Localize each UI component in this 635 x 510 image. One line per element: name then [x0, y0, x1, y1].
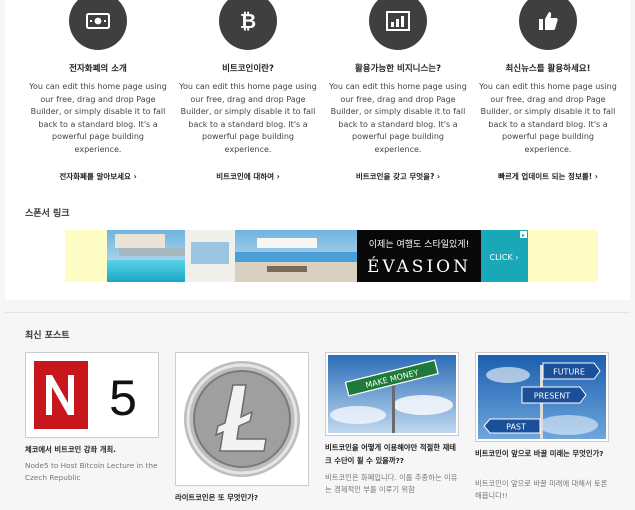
ad-choices-icon[interactable]: ▸: [522, 232, 525, 239]
post-excerpt: Node5 to Host Bitcoin Lecture in the Cze…: [25, 461, 158, 482]
feature-title: 비트코인이란?: [222, 64, 274, 74]
post-title[interactable]: 비트코인이 앞으로 바꿀 미래는 무엇인가?: [475, 448, 610, 461]
ad-brand: ÉVASION: [367, 256, 471, 277]
sponsor-title: 스폰서 링크: [25, 209, 70, 219]
post-title[interactable]: 체코에서 비트코인 강좌 개최.: [25, 444, 160, 457]
ad-headline: 이제는 여행도 스타일있게!: [369, 238, 469, 250]
feature-title: 활용가능한 비지니스는?: [354, 64, 442, 74]
ad-cta: CLICK ›: [490, 253, 519, 262]
post-excerpt: 비트코인은 화폐입니다. 이를 추종하는 이유는 경제적인 부를 이루기 위함: [325, 473, 458, 494]
bitcoin-icon[interactable]: ₿: [219, 0, 277, 50]
post-thumbnail[interactable]: 5: [25, 352, 159, 438]
page: 전자화폐의 소개 You can edit this home page usi…: [5, 0, 630, 510]
thumbs-up-icon[interactable]: [519, 0, 577, 50]
post-title[interactable]: 라이트코인은 또 무엇인가?: [175, 492, 310, 505]
bar-chart-icon[interactable]: [369, 0, 427, 50]
sign-present: PRESENT: [534, 392, 571, 401]
post-thumbnail[interactable]: MAKE MONEY: [325, 352, 459, 436]
feature-description: You can edit this home page using our fr…: [479, 82, 617, 154]
feature-title: 전자화폐의 소개: [69, 64, 127, 74]
recent-posts-title: 최신 포스트: [25, 331, 70, 341]
post-title[interactable]: 비트코인을 어떻게 이용해야만 적절한 재테크 수단이 될 수 있을까??: [325, 442, 460, 467]
section-divider: [5, 312, 630, 313]
feature-link[interactable]: 비트코인을 갖고 무엇을? ›: [323, 171, 473, 182]
feature-description: You can edit this home page using our fr…: [329, 82, 467, 154]
sign-future: FUTURE: [553, 368, 585, 377]
banknote-icon[interactable]: [69, 0, 127, 50]
feature-link[interactable]: 빠르게 업데이트 되는 정보를! ›: [473, 171, 623, 182]
post-thumbnail[interactable]: FUTURE PRESENT PAST: [475, 352, 609, 442]
sponsor-ad-banner[interactable]: 이제는 여행도 스타일있게! ÉVASION CLICK › ▸: [65, 230, 598, 282]
feature-description: You can edit this home page using our fr…: [179, 82, 317, 154]
features-section: 전자화폐의 소개 You can edit this home page usi…: [5, 0, 630, 300]
feature-link[interactable]: 비트코인에 대하여 ›: [173, 171, 323, 182]
sign-past: PAST: [506, 423, 526, 432]
feature-description: You can edit this home page using our fr…: [29, 82, 167, 154]
post-excerpt: 비트코인이 앞으로 바꿀 미래에 대해서 토론해봅니다!!: [475, 479, 608, 500]
feature-title: 최신뉴스를 활용하세요!: [505, 64, 591, 74]
ad-image[interactable]: 이제는 여행도 스타일있게! ÉVASION CLICK › ▸: [107, 230, 528, 282]
feature-link[interactable]: 전자화폐를 알아보세요 ›: [23, 171, 173, 182]
post-thumbnail[interactable]: [175, 352, 309, 486]
n5-logo-text: 5: [109, 370, 137, 426]
